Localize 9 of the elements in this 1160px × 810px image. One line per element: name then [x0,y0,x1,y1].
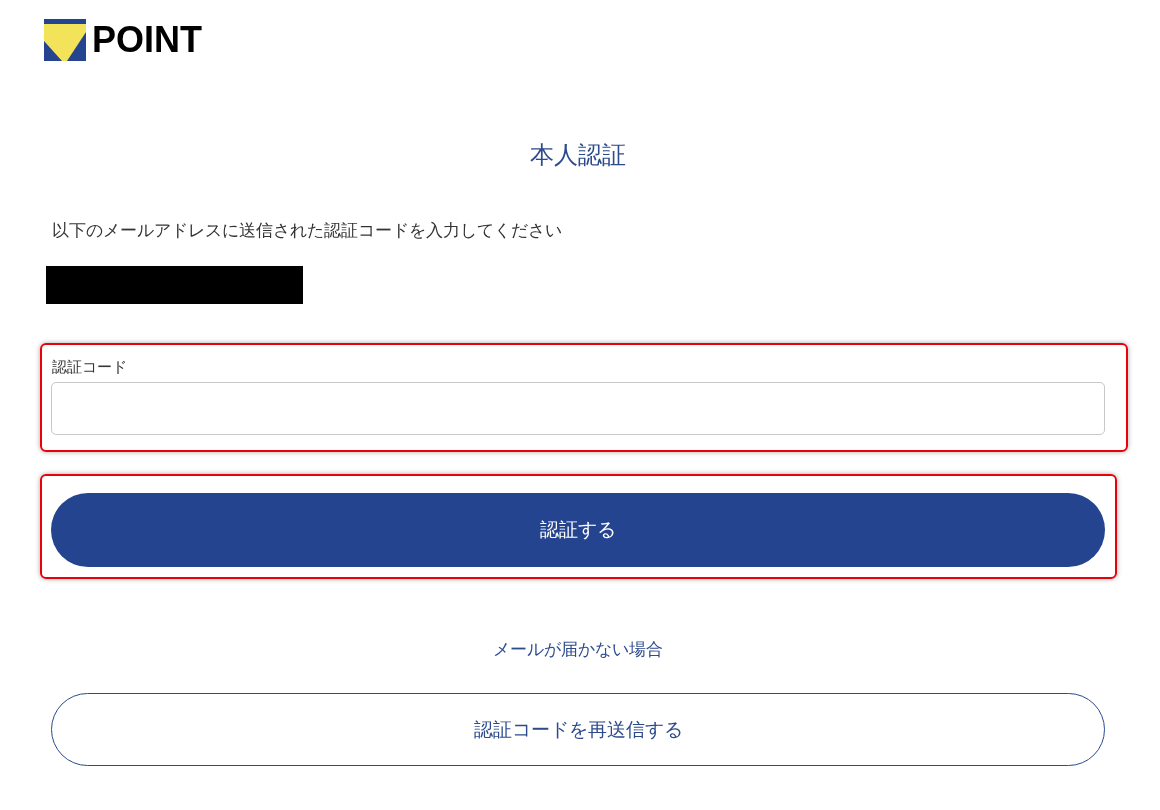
input-field[interactable] [51,382,1105,435]
field-label: 認証コード [51,357,128,377]
section-heading: メールが届かない場合 [493,639,663,661]
resend-button[interactable]: 認証コードを再送信する [51,693,1105,766]
brand-name: POINT [92,22,202,58]
submit-button[interactable]: 認証する [51,493,1105,567]
logo-icon [44,19,86,61]
instruction-text: 以下のメールアドレスに送信された認証コードを入力してください [52,220,563,242]
page-title: 本人認証 [530,140,626,170]
